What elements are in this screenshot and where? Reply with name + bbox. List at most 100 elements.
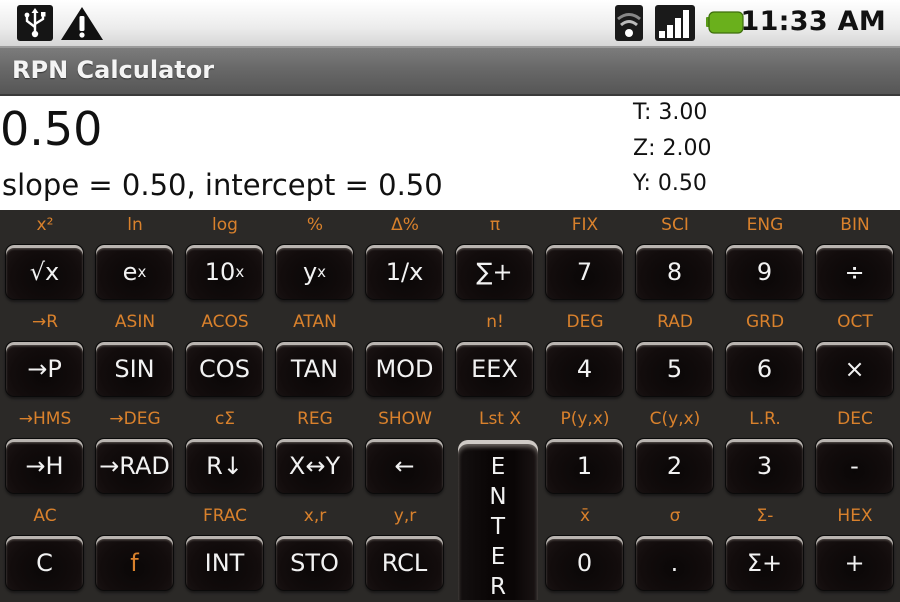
divide-button[interactable]: ÷ <box>815 244 894 300</box>
key-cell-clear: AC C <box>0 501 90 598</box>
reciprocal-label: 1/x <box>385 258 424 286</box>
key-cell-cos: ACOS COS <box>180 307 270 404</box>
digit-2-button[interactable]: 2 <box>635 438 714 494</box>
to-rad-button[interactable]: →RAD <box>95 438 174 494</box>
power-button[interactable]: yx <box>275 244 354 300</box>
decimal-point-button[interactable]: . <box>635 535 714 591</box>
exp-button[interactable]: ex <box>95 244 174 300</box>
tan-button[interactable]: TAN <box>275 341 354 397</box>
sin-label: SIN <box>114 355 155 383</box>
roll-down-label: R↓ <box>206 452 243 480</box>
key-cell-integer: FRAC INT <box>180 501 270 598</box>
digit-5-button[interactable]: 5 <box>635 341 714 397</box>
digit-1-label: 1 <box>576 452 593 480</box>
shift-label-to-polar: →R <box>31 312 59 332</box>
sqrt-button[interactable]: √x <box>5 244 84 300</box>
pow10-button[interactable]: 10 x <box>185 244 264 300</box>
to-polar-button[interactable]: →P <box>5 341 84 397</box>
sigma-plus-top-button[interactable]: ∑+ <box>455 244 534 300</box>
swap-xy-button[interactable]: X↔Y <box>275 438 354 494</box>
multiply-button[interactable]: × <box>815 341 894 397</box>
to-hours-button[interactable]: →H <box>5 438 84 494</box>
digit-3-label: 3 <box>756 452 773 480</box>
eex-button[interactable]: EEX <box>455 341 534 397</box>
shift-label-pow10: log <box>212 215 238 235</box>
x-register: 0.50 <box>0 102 103 156</box>
function-shift-button[interactable]: f <box>95 535 174 591</box>
digit-8-button[interactable]: 8 <box>635 244 714 300</box>
shift-label-sigma-plus: Σ- <box>756 506 774 526</box>
digit-9-button[interactable]: 9 <box>725 244 804 300</box>
reciprocal-button[interactable]: 1/x <box>365 244 444 300</box>
digit-4-label: 4 <box>576 355 593 383</box>
clear-button[interactable]: C <box>5 535 84 591</box>
shift-label-integer: FRAC <box>202 506 248 526</box>
key-cell-tan: ATAN TAN <box>270 307 360 404</box>
mod-button[interactable]: MOD <box>365 341 444 397</box>
digit-6-label: 6 <box>756 355 773 383</box>
app-title: RPN Calculator <box>12 56 215 84</box>
cos-button[interactable]: COS <box>185 341 264 397</box>
battery-icon <box>705 5 745 41</box>
shift-label-sqrt: x² <box>36 215 54 235</box>
to-polar-label: →P <box>27 355 62 383</box>
integer-label: INT <box>204 549 245 577</box>
shift-label-digit-3: L.R. <box>749 409 781 429</box>
key-cell-sin: ASIN SIN <box>90 307 180 404</box>
digit-1-button[interactable]: 1 <box>545 438 624 494</box>
key-cell-recall: y,r RCL <box>360 501 450 598</box>
key-cell-sigma-plus: Σ- Σ+ <box>720 501 810 598</box>
store-button[interactable]: STO <box>275 535 354 591</box>
key-cell-sigma-plus-top: π ∑+ <box>450 210 540 307</box>
function-shift-label: f <box>130 549 139 577</box>
recall-button[interactable]: RCL <box>365 535 444 591</box>
key-cell-digit-6: GRD 6 <box>720 307 810 404</box>
shift-label-recall: y,r <box>393 506 417 526</box>
shift-label-digit-9: ENG <box>746 215 784 235</box>
add-button[interactable]: + <box>815 535 894 591</box>
digit-0-button[interactable]: 0 <box>545 535 624 591</box>
digit-7-label: 7 <box>576 258 593 286</box>
key-cell-add: HEX + <box>810 501 900 598</box>
backspace-button[interactable]: ← <box>365 438 444 494</box>
key-cell-digit-9: ENG 9 <box>720 210 810 307</box>
digit-4-button[interactable]: 4 <box>545 341 624 397</box>
key-cell-digit-1: P(y,x) 1 <box>540 404 630 501</box>
shift-label-digit-7: FIX <box>571 215 599 235</box>
enter-key-cell: ENTER <box>450 404 540 600</box>
shift-label-digit-5: RAD <box>657 312 693 332</box>
key-cell-roll-down: cΣ R↓ <box>180 404 270 501</box>
enter-button[interactable]: ENTER <box>458 440 538 600</box>
digit-6-button[interactable]: 6 <box>725 341 804 397</box>
digit-3-button[interactable]: 3 <box>725 438 804 494</box>
exp-label: e <box>122 258 138 286</box>
digit-7-button[interactable]: 7 <box>545 244 624 300</box>
add-label: + <box>844 549 865 577</box>
key-cell-exp: ln e x <box>90 210 180 307</box>
key-cell-to-hours: →HMS →H <box>0 404 90 501</box>
shift-label-digit-4: DEG <box>566 312 604 332</box>
key-cell-decimal-point: σ. <box>630 501 720 598</box>
to-hours-label: →H <box>25 452 64 480</box>
divide-label: ÷ <box>844 258 865 286</box>
enter-letter: E <box>490 544 506 570</box>
integer-button[interactable]: INT <box>185 535 264 591</box>
shift-label-digit-2: C(y,x) <box>649 409 701 429</box>
sin-button[interactable]: SIN <box>95 341 174 397</box>
roll-down-button[interactable]: R↓ <box>185 438 264 494</box>
wifi-icon <box>615 5 643 41</box>
eex-label: EEX <box>471 355 518 383</box>
shift-label-digit-6: GRD <box>745 312 785 332</box>
sigma-plus-button[interactable]: Σ+ <box>725 535 804 591</box>
decimal-point-label: . <box>670 549 679 577</box>
digit-0-label: 0 <box>576 549 593 577</box>
shift-label-swap-xy: REG <box>297 409 333 429</box>
key-cell-eex: n! EEX <box>450 307 540 404</box>
shift-label-to-rad: →DEG <box>109 409 161 429</box>
key-cell-sqrt: x² √x <box>0 210 90 307</box>
shift-label-tan: ATAN <box>293 312 337 332</box>
subtract-button[interactable]: - <box>815 438 894 494</box>
enter-letter: T <box>490 514 506 540</box>
enter-letter: N <box>489 484 507 510</box>
digit-5-label: 5 <box>666 355 683 383</box>
